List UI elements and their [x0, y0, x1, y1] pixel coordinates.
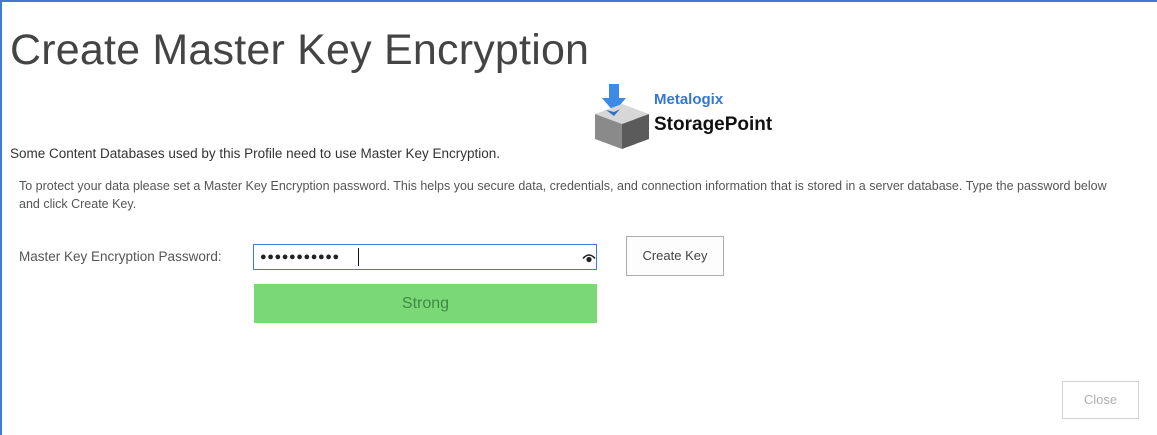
logo-brand-storagepoint: StoragePoint — [654, 114, 773, 135]
create-key-button[interactable]: Create Key — [626, 236, 724, 276]
mke-requirement-note: Some Content Databases used by this Prof… — [10, 146, 501, 161]
password-label: Master Key Encryption Password: — [19, 249, 222, 264]
dialog-left-border — [0, 0, 2, 435]
password-input[interactable]: ●●●●●●●●●●● — [253, 244, 597, 270]
text-caret — [358, 248, 359, 266]
close-button[interactable]: Close — [1062, 381, 1139, 419]
mke-description: To protect your data please set a Master… — [19, 179, 1107, 211]
password-masked-value: ●●●●●●●●●●● — [260, 251, 340, 263]
dialog-top-border — [0, 0, 1157, 2]
storagepoint-logo: Metalogix StoragePoint — [593, 84, 823, 150]
logo-brand-metalogix: Metalogix — [654, 91, 724, 108]
storagepoint-box-icon — [595, 84, 649, 149]
eye-icon[interactable] — [582, 252, 596, 264]
dialog-title: Create Master Key Encryption — [10, 26, 590, 74]
password-strength-indicator: Strong — [254, 284, 597, 323]
